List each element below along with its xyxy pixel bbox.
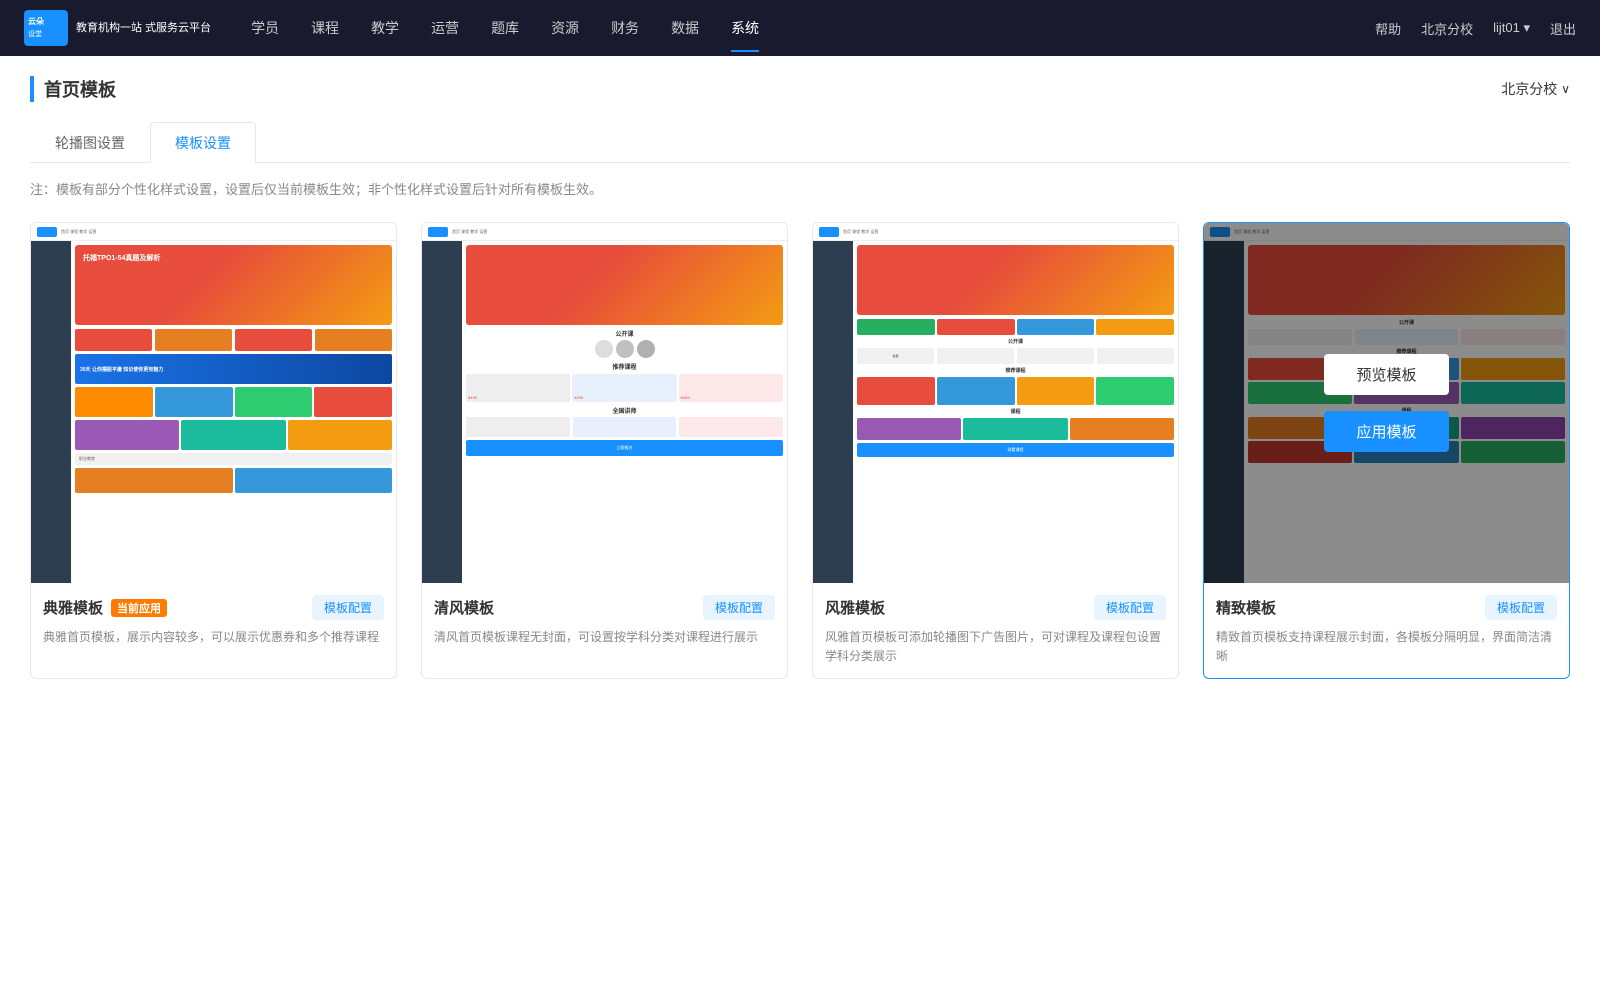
template-preview-fengya: 首页 课程 教学 运营 公开课 [813, 223, 1178, 583]
nav-item-system[interactable]: 系统 [731, 14, 759, 42]
nav-item-teaching[interactable]: 教学 [371, 14, 399, 42]
template-name-row-jingzhi: 精致模板 模板配置 [1216, 595, 1557, 620]
template-info-jingzhi: 精致模板 模板配置 精致首页模板支持课程展示封面，各模板分隔明显，界面简洁清晰 [1204, 583, 1569, 678]
page-container: 首页模板 北京分校 轮播图设置 模板设置 注：模板有部分个性化样式设置，设置后仅… [0, 56, 1600, 990]
page-title: 首页模板 [30, 76, 116, 102]
svg-text:云朵: 云朵 [28, 16, 44, 26]
nav-item-data[interactable]: 数据 [671, 14, 699, 42]
template-preview-jingzhi: 首页 课程 教学 运营 公开课 推荐课程 [1204, 223, 1569, 583]
template-name-fengya: 风雅模板 [825, 597, 885, 618]
template-info-dianya: 典雅模板 当前应用 模板配置 典雅首页模板，展示内容较多，可以展示优惠券和多个推… [31, 583, 396, 659]
template-preview-qingfeng: 首页 课程 教学 运营 公开课 推荐课程 [422, 223, 787, 583]
navbar: 云朵 设堂 教育机构一站 式服务云平台 学员 课程 教学 运营 题库 资源 财务… [0, 0, 1600, 56]
config-btn-fengya[interactable]: 模板配置 [1094, 595, 1166, 620]
config-btn-jingzhi[interactable]: 模板配置 [1485, 595, 1557, 620]
current-badge-dianya: 当前应用 [111, 599, 167, 617]
template-name-qingfeng: 清风模板 [434, 597, 494, 618]
config-btn-qingfeng[interactable]: 模板配置 [703, 595, 775, 620]
nav-item-questions[interactable]: 题库 [491, 14, 519, 42]
nav-logout[interactable]: 退出 [1550, 19, 1576, 38]
template-name-dianya: 典雅模板 当前应用 [43, 597, 167, 618]
page-header: 首页模板 北京分校 [30, 76, 1570, 102]
template-desc-jingzhi: 精致首页模板支持课程展示封面，各模板分隔明显，界面简洁清晰 [1216, 628, 1557, 666]
tab-carousel[interactable]: 轮播图设置 [30, 122, 150, 163]
svg-text:设堂: 设堂 [28, 29, 42, 38]
template-desc-qingfeng: 清风首页模板课程无封面，可设置按学科分类对课程进行展示 [434, 628, 775, 647]
nav-item-operations[interactable]: 运营 [431, 14, 459, 42]
template-name-row-fengya: 风雅模板 模板配置 [825, 595, 1166, 620]
nav-item-courses[interactable]: 课程 [311, 14, 339, 42]
template-name-row-dianya: 典雅模板 当前应用 模板配置 [43, 595, 384, 620]
brand-text: 教育机构一站 式服务云平台 [76, 21, 211, 35]
template-desc-fengya: 风雅首页模板可添加轮播图下广告图片，可对课程及课程包设置学科分类展示 [825, 628, 1166, 666]
tabs: 轮播图设置 模板设置 [30, 122, 1570, 163]
tab-template[interactable]: 模板设置 [150, 122, 256, 163]
nav-item-resources[interactable]: 资源 [551, 14, 579, 42]
nav-branch[interactable]: 北京分校 [1421, 19, 1473, 38]
template-card-fengya: 首页 课程 教学 运营 公开课 [812, 222, 1179, 679]
template-desc-dianya: 典雅首页模板，展示内容较多，可以展示优惠券和多个推荐课程 [43, 628, 384, 647]
template-card-jingzhi: 首页 课程 教学 运营 公开课 推荐课程 [1203, 222, 1570, 679]
config-btn-dianya[interactable]: 模板配置 [312, 595, 384, 620]
template-note: 注：模板有部分个性化样式设置，设置后仅当前模板生效；非个性化样式设置后针对所有模… [30, 179, 1570, 198]
brand-logo-icon: 云朵 设堂 [24, 10, 68, 46]
nav-item-finance[interactable]: 财务 [611, 14, 639, 42]
template-name-jingzhi: 精致模板 [1216, 597, 1276, 618]
brand-logo-area: 云朵 设堂 教育机构一站 式服务云平台 [24, 10, 211, 46]
template-info-fengya: 风雅模板 模板配置 风雅首页模板可添加轮播图下广告图片，可对课程及课程包设置学科… [813, 583, 1178, 678]
nav-menu: 学员 课程 教学 运营 题库 资源 财务 数据 系统 [251, 14, 1375, 42]
nav-user[interactable]: lijt01 [1493, 20, 1530, 36]
template-grid: 首页 课程 教学 运营 托福TPO1-54真题及解析 [30, 222, 1570, 679]
nav-right: 帮助 北京分校 lijt01 退出 [1375, 19, 1576, 38]
template-overlay-jingzhi: 预览模板 应用模板 [1204, 223, 1569, 583]
template-card-dianaya: 首页 课程 教学 运营 托福TPO1-54真题及解析 [30, 222, 397, 679]
template-card-qingfeng: 首页 课程 教学 运营 公开课 推荐课程 [421, 222, 788, 679]
template-name-row-qingfeng: 清风模板 模板配置 [434, 595, 775, 620]
apply-template-btn[interactable]: 应用模板 [1324, 411, 1448, 452]
template-preview-dianya: 首页 课程 教学 运营 托福TPO1-54真题及解析 [31, 223, 396, 583]
nav-item-students[interactable]: 学员 [251, 14, 279, 42]
template-info-qingfeng: 清风模板 模板配置 清风首页模板课程无封面，可设置按学科分类对课程进行展示 [422, 583, 787, 659]
branch-selector[interactable]: 北京分校 [1501, 79, 1570, 99]
nav-help[interactable]: 帮助 [1375, 19, 1401, 38]
preview-template-btn[interactable]: 预览模板 [1324, 354, 1448, 395]
